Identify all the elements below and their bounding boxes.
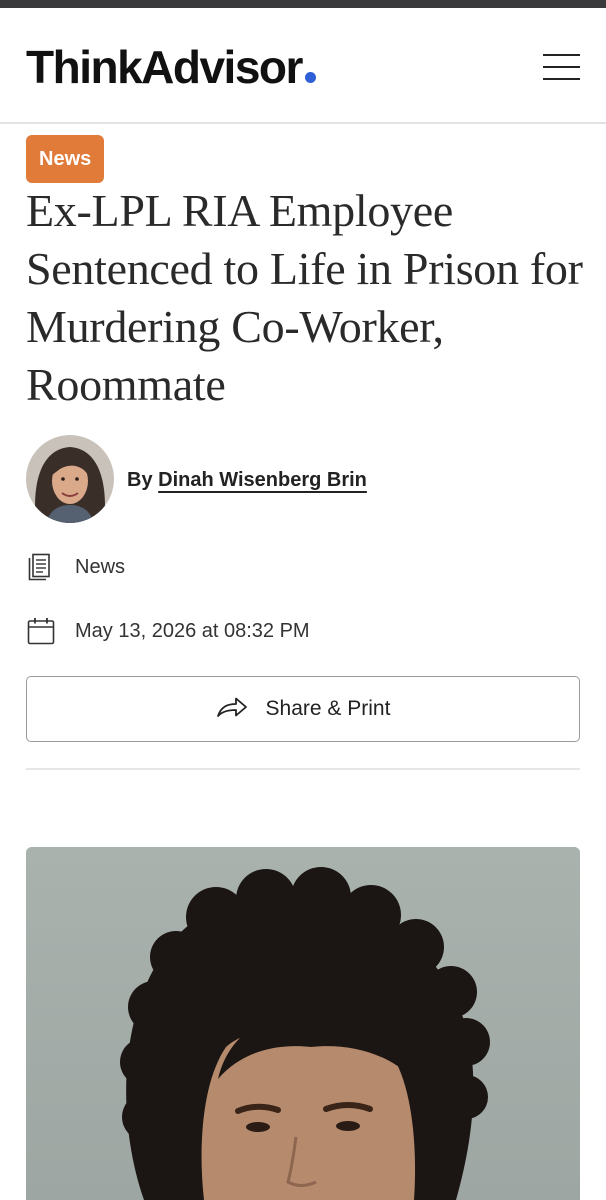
section-label[interactable]: News xyxy=(75,556,125,579)
share-print-label: Share & Print xyxy=(265,697,391,720)
article-photo[interactable] xyxy=(26,847,580,1200)
author-avatar[interactable] xyxy=(26,435,114,523)
date-row: May 13, 2026 at 08:32 PM xyxy=(26,616,310,646)
share-arrow-icon xyxy=(216,695,248,724)
logo-text: ThinkAdvisor xyxy=(26,41,303,93)
publish-date: May 13, 2026 at 08:32 PM xyxy=(75,619,310,642)
byline-prefix: By xyxy=(127,469,153,491)
article-title: Ex-LPL RIA Employee Sentenced to Life in… xyxy=(26,185,583,410)
logo-dot xyxy=(304,72,316,83)
calendar-icon xyxy=(26,616,56,646)
author-link[interactable]: Dinah Wisenberg Brin xyxy=(158,469,367,491)
category-badge[interactable]: News xyxy=(26,135,105,183)
divider xyxy=(26,768,580,770)
byline: By Dinah Wisenberg Brin xyxy=(127,467,367,493)
section-row: News xyxy=(26,552,125,582)
status-bar-strip xyxy=(0,0,606,8)
site-logo[interactable]: ThinkAdvisor xyxy=(26,44,316,90)
document-icon xyxy=(26,552,56,582)
site-header: ThinkAdvisor xyxy=(0,8,606,124)
hamburger-menu-icon[interactable] xyxy=(543,52,581,82)
share-print-button[interactable]: Share & Print xyxy=(26,676,580,742)
